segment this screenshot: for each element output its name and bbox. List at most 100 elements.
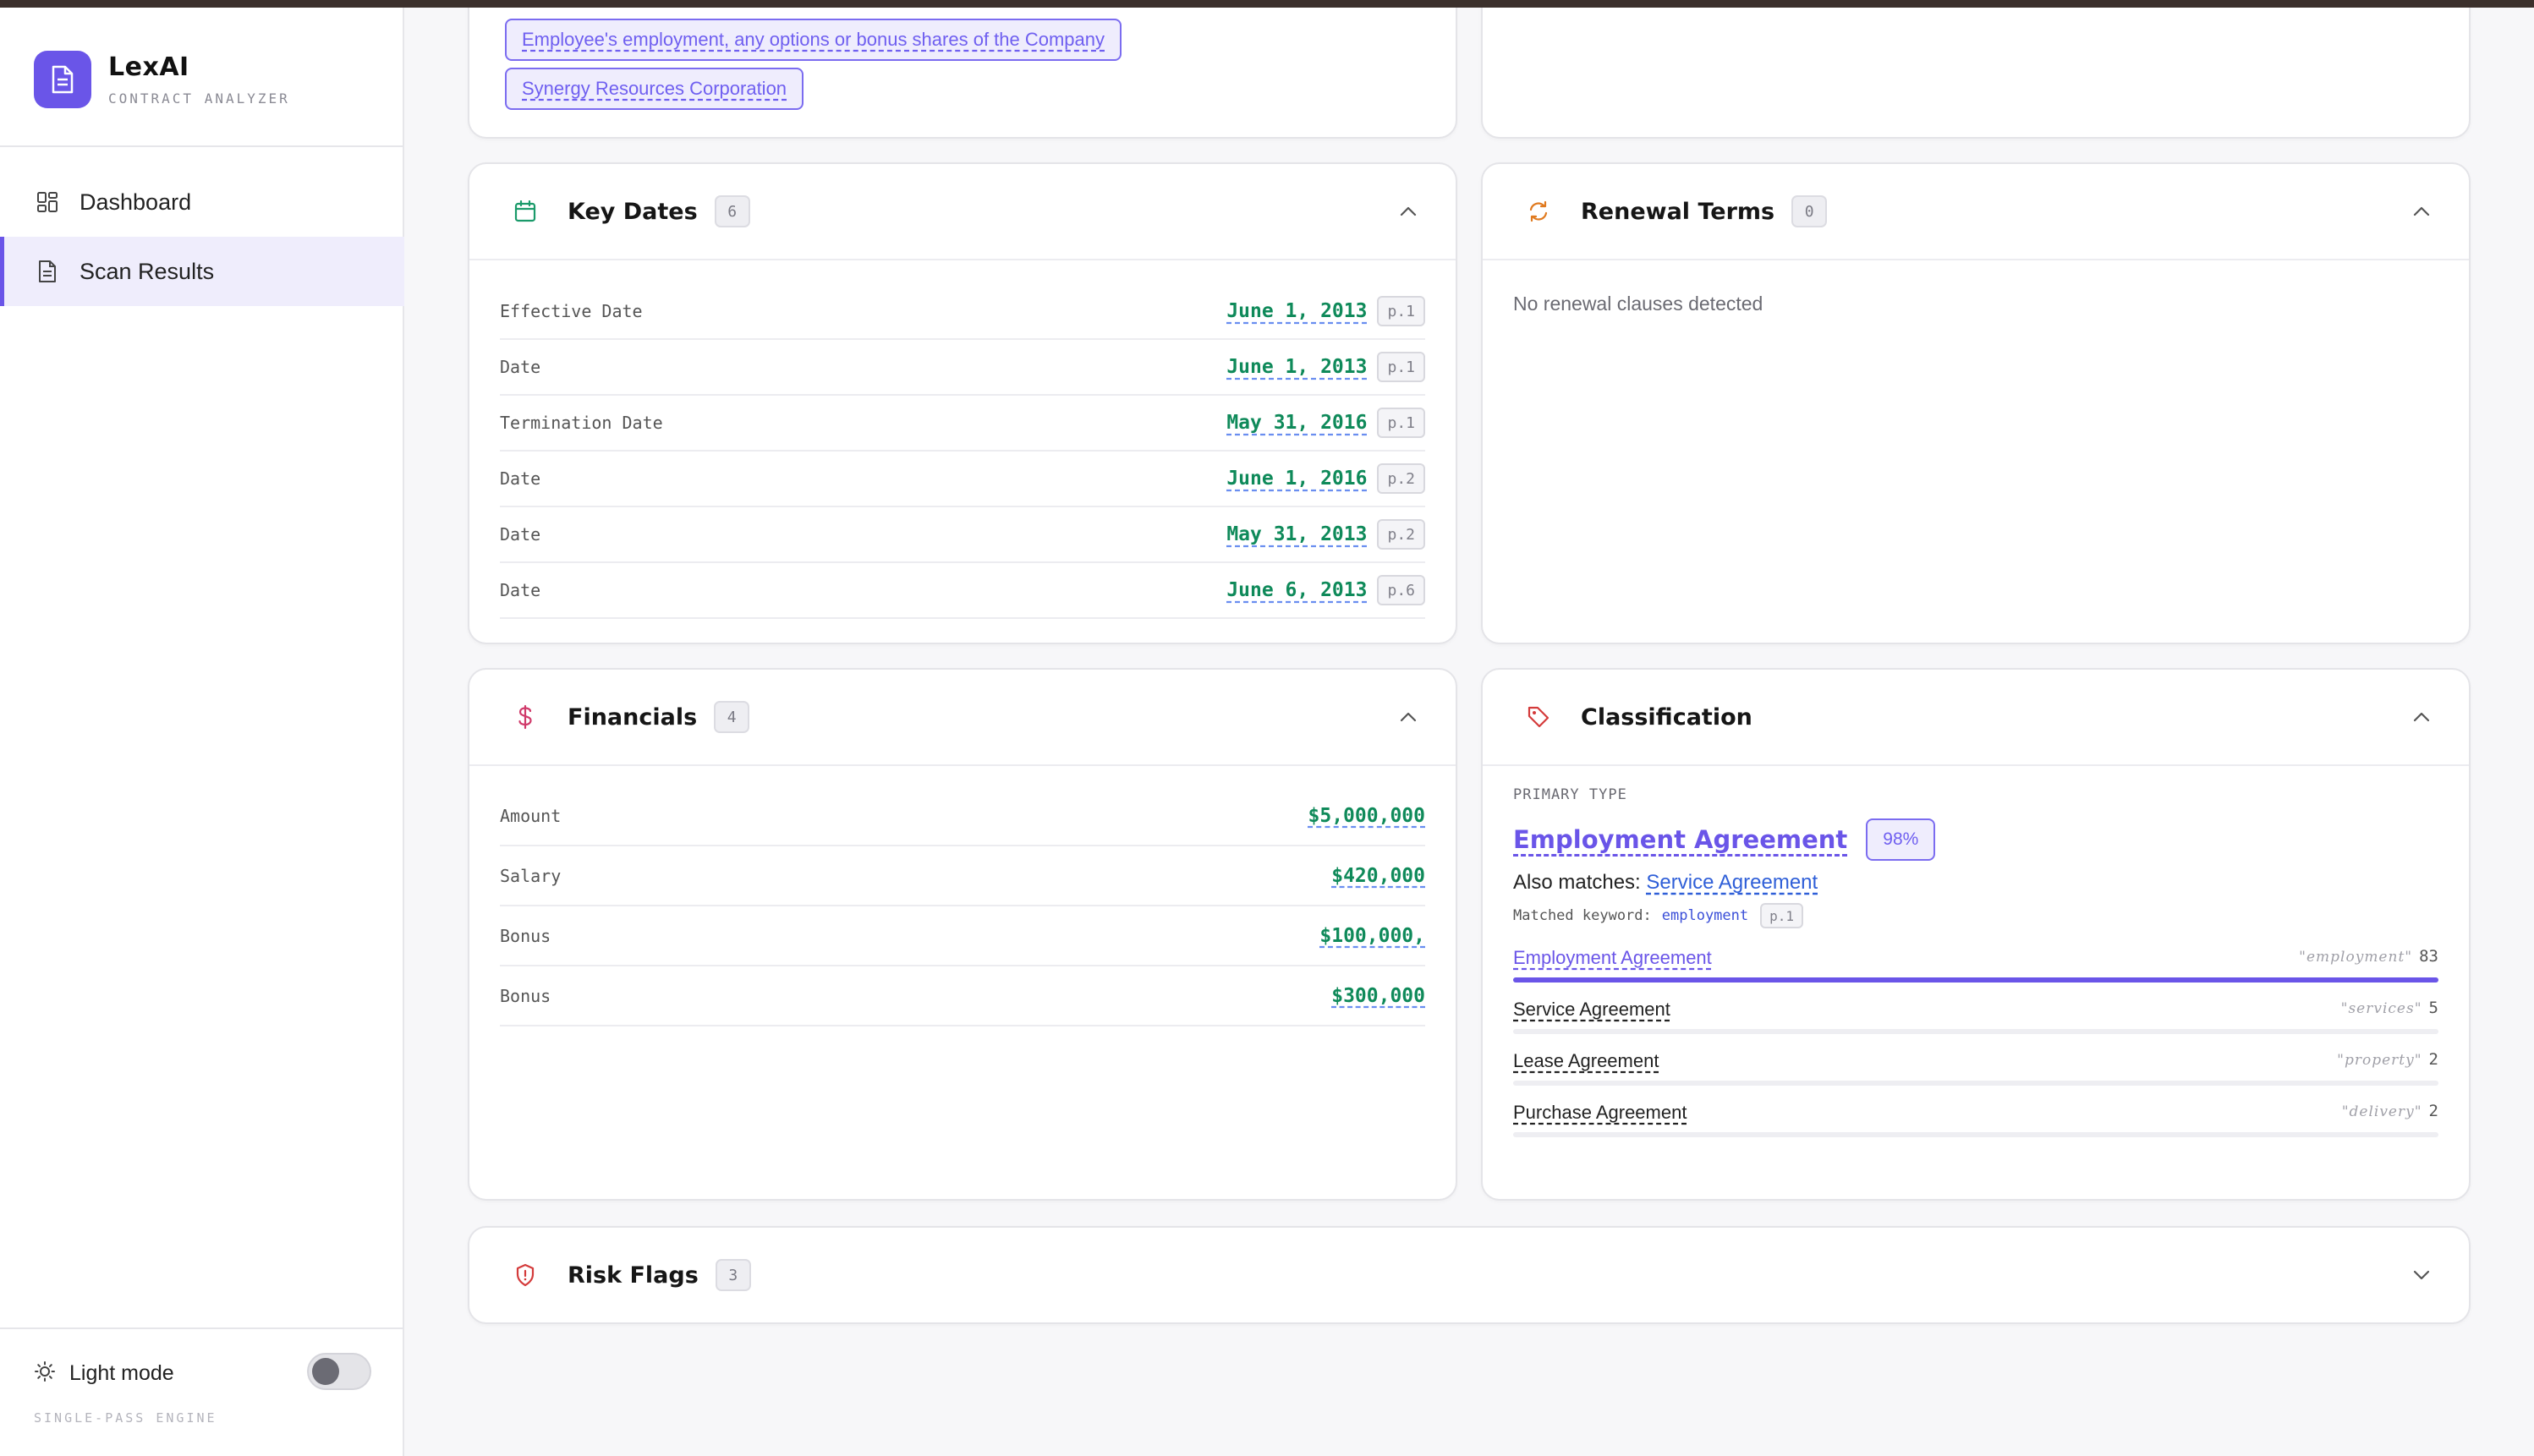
- date-row: Termination Date May 31, 2016 p.1: [500, 396, 1425, 452]
- app-subtitle: CONTRACT ANALYZER: [108, 90, 290, 107]
- financials-title: Financials: [568, 703, 698, 731]
- brand[interactable]: LexAI CONTRACT ANALYZER: [34, 51, 290, 108]
- chevron-down-icon[interactable]: [2413, 1267, 2430, 1284]
- score-keyword: "property": [2337, 1052, 2422, 1069]
- brand-logo-icon: [34, 51, 91, 108]
- party-chip[interactable]: Synergy Resources Corporation: [505, 68, 804, 110]
- date-value[interactable]: June 1, 2016: [1226, 468, 1367, 490]
- risk-flags-count-badge: 3: [715, 1259, 751, 1291]
- score-row: Employment Agreement "employment" 83: [1513, 939, 2438, 990]
- date-value[interactable]: June 6, 2013: [1226, 579, 1367, 601]
- primary-type-value[interactable]: Employment Agreement: [1513, 825, 1847, 854]
- chevron-up-icon[interactable]: [1400, 709, 1417, 725]
- financial-value[interactable]: $420,000: [1331, 865, 1425, 887]
- calendar-icon: [512, 198, 539, 225]
- score-value: 5: [2428, 999, 2438, 1017]
- classification-title: Classification: [1581, 703, 1752, 731]
- light-mode-row: Light mode: [34, 1353, 372, 1393]
- key-dates-header[interactable]: Key Dates 6: [469, 164, 1456, 260]
- page-badge[interactable]: p.6: [1377, 575, 1425, 605]
- financial-label: Salary: [500, 865, 562, 886]
- classification-header[interactable]: Classification: [1483, 670, 2469, 766]
- light-mode-toggle[interactable]: [307, 1353, 371, 1390]
- page-badge[interactable]: p.1: [1377, 408, 1425, 438]
- score-bar-track: [1513, 1132, 2438, 1137]
- risk-flags-title: Risk Flags: [568, 1262, 699, 1289]
- financial-row: Salary $420,000: [500, 846, 1425, 906]
- date-label: Termination Date: [500, 413, 663, 433]
- page-badge[interactable]: p.2: [1377, 519, 1425, 550]
- key-dates-count-badge: 6: [714, 195, 750, 227]
- chevron-up-icon[interactable]: [1400, 203, 1417, 220]
- financial-label: Bonus: [500, 925, 551, 946]
- chevron-up-icon[interactable]: [2413, 709, 2430, 725]
- sidebar-item-scan-results[interactable]: Scan Results: [0, 237, 404, 306]
- chevron-up-icon[interactable]: [2413, 203, 2430, 220]
- app-name: LexAI: [108, 52, 189, 82]
- date-value[interactable]: June 1, 2013: [1226, 356, 1367, 378]
- light-mode-label: Light mode: [69, 1360, 174, 1385]
- score-bar-fill: [1513, 977, 2438, 983]
- date-row: Effective Date June 1, 2013 p.1: [500, 284, 1425, 340]
- score-name[interactable]: Employment Agreement: [1513, 947, 1712, 969]
- score-name[interactable]: Purchase Agreement: [1513, 1102, 1687, 1124]
- financial-value[interactable]: $300,000: [1331, 985, 1425, 1007]
- page-badge[interactable]: p.2: [1377, 463, 1425, 494]
- financial-value[interactable]: $5,000,000: [1308, 805, 1425, 827]
- financials-list: Amount $5,000,000 Salary $420,000 Bonus …: [500, 786, 1425, 1026]
- page-badge[interactable]: p.1: [1760, 903, 1804, 928]
- matched-keyword: employment: [1661, 907, 1749, 924]
- also-matches: Also matches: Service Agreement: [1513, 871, 2438, 895]
- date-label: Date: [500, 357, 541, 377]
- key-dates-card: Key Dates 6 Effective Date June 1, 2013 p…: [468, 162, 1457, 644]
- also-matches-link[interactable]: Service Agreement: [1646, 871, 1818, 894]
- financial-label: Amount: [500, 805, 562, 826]
- financial-value[interactable]: $100,000,: [1319, 925, 1425, 947]
- document-icon: [36, 260, 59, 283]
- score-value: 2: [2428, 1050, 2438, 1069]
- date-label: Date: [500, 524, 541, 545]
- score-keyword: "services": [2340, 1000, 2422, 1017]
- financial-row: Bonus $100,000,: [500, 906, 1425, 966]
- sidebar-nav: Dashboard Scan Results: [0, 167, 404, 306]
- financials-header[interactable]: Financials 4: [469, 670, 1456, 766]
- risk-flags-card: Risk Flags 3: [468, 1226, 2471, 1324]
- sidebar-item-label: Dashboard: [80, 189, 192, 215]
- grid-icon: [36, 190, 59, 214]
- key-dates-title: Key Dates: [568, 198, 698, 225]
- date-value[interactable]: June 1, 2013: [1226, 300, 1367, 322]
- date-label: Date: [500, 580, 541, 600]
- renewal-terms-count-badge: 0: [1791, 195, 1828, 227]
- financials-card: Financials 4 Amount $5,000,000 Salary $4…: [468, 668, 1457, 1201]
- date-row: Date June 6, 2013 p.6: [500, 563, 1425, 619]
- score-bar-track: [1513, 1029, 2438, 1034]
- score-bar-track: [1513, 977, 2438, 983]
- sidebar-bottom-divider: [0, 1327, 404, 1329]
- score-row: Purchase Agreement "delivery" 2: [1513, 1093, 2438, 1145]
- sidebar-item-dashboard[interactable]: Dashboard: [0, 167, 404, 237]
- sun-icon: [34, 1360, 56, 1387]
- renewal-terms-card: Renewal Terms 0 No renewal clauses detec…: [1481, 162, 2471, 644]
- score-keyword: "employment": [2299, 949, 2413, 966]
- score-row: Lease Agreement "property" 2: [1513, 1042, 2438, 1093]
- page-badge[interactable]: p.1: [1377, 352, 1425, 382]
- confidence-badge: 98%: [1866, 818, 1936, 861]
- risk-flags-header[interactable]: Risk Flags 3: [469, 1228, 2469, 1322]
- classification-card: Classification PRIMARY TYPE Employment A…: [1481, 668, 2471, 1201]
- score-list: Employment Agreement "employment" 83 Serv…: [1513, 939, 2438, 1145]
- engine-label: SINGLE-PASS ENGINE: [34, 1410, 217, 1426]
- date-value[interactable]: May 31, 2016: [1226, 412, 1367, 434]
- date-label: Effective Date: [500, 301, 643, 321]
- score-value: 83: [2419, 947, 2438, 966]
- renewal-terms-header[interactable]: Renewal Terms 0: [1483, 164, 2469, 260]
- refresh-icon: [1525, 198, 1552, 225]
- page-badge[interactable]: p.1: [1377, 296, 1425, 326]
- primary-type-label: PRIMARY TYPE: [1513, 786, 1627, 803]
- score-name[interactable]: Lease Agreement: [1513, 1050, 1659, 1072]
- score-name[interactable]: Service Agreement: [1513, 999, 1670, 1021]
- date-value[interactable]: May 31, 2013: [1226, 523, 1367, 545]
- score-value: 2: [2428, 1102, 2438, 1120]
- tag-icon: [1525, 703, 1552, 731]
- date-row: Date May 31, 2013 p.2: [500, 507, 1425, 563]
- party-chip[interactable]: Employee's employment, any options or bo…: [505, 19, 1122, 61]
